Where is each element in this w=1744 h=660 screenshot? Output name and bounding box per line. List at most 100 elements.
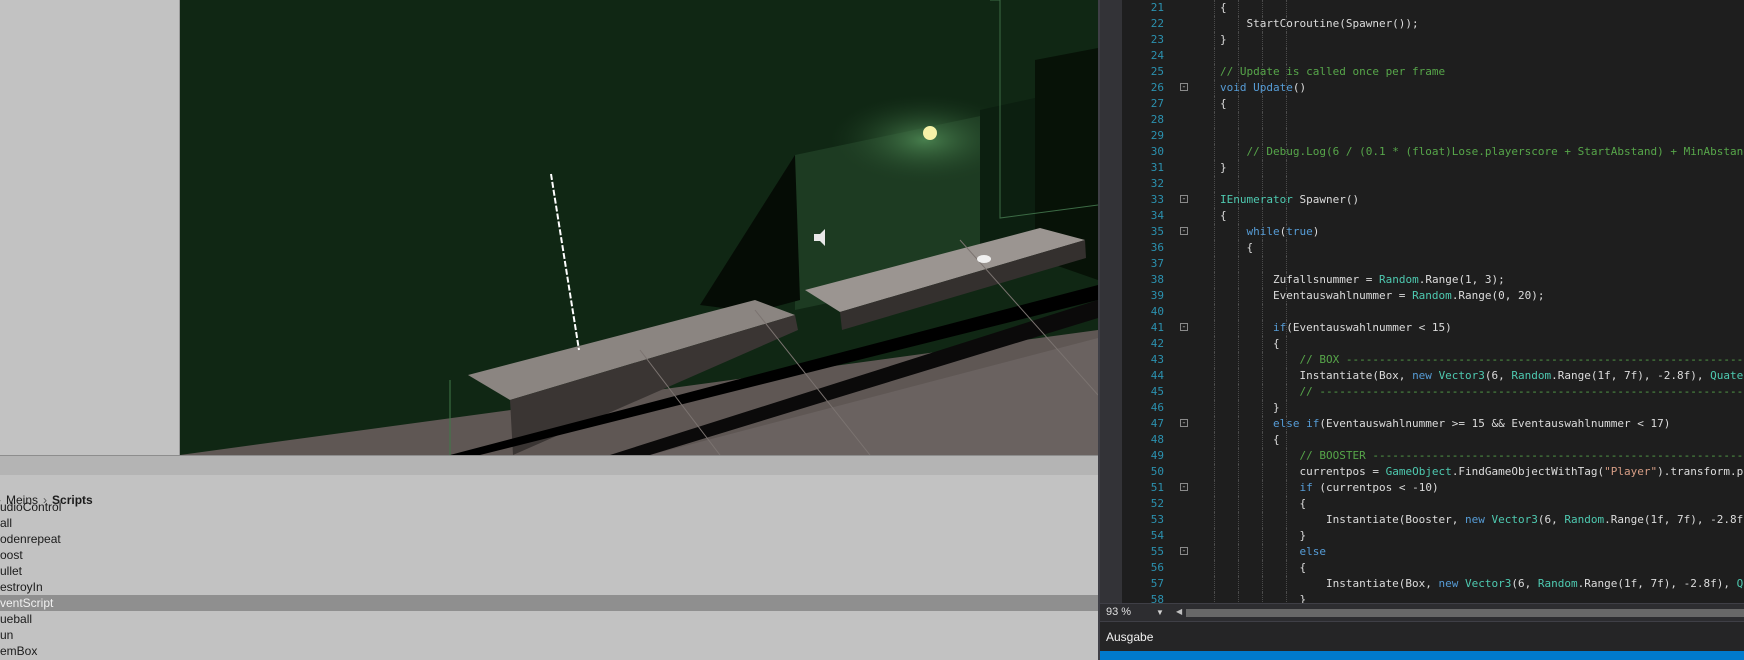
code-line[interactable]: 28 [1122,112,1744,128]
asset-item[interactable]: ueball [0,611,1098,627]
indent-guide [1214,160,1215,176]
code-text: Instantiate(Booster, new Vector3(6, Rand… [1220,512,1743,528]
code-text: if (currentpos < -10) [1220,480,1438,496]
line-number: 42 [1150,337,1164,350]
code-area[interactable]: 21{22 StartCoroutine(Spawner()); 23} 24 25/… [1122,0,1744,603]
fold-collapse-icon[interactable]: - [1180,195,1188,204]
code-line[interactable]: 45 // ----------------------------------… [1122,384,1744,400]
asset-item-selected[interactable]: ventScript [0,595,1098,611]
code-line[interactable]: 33 - IEnumerator Spawner() [1122,192,1744,208]
code-line[interactable]: 23} [1122,32,1744,48]
code-line[interactable]: 41 - if(Eventauswahlnummer < 15) [1122,320,1744,336]
indent-guide [1262,208,1263,224]
code-line[interactable]: 26 - void Update() [1122,80,1744,96]
scrollbar-thumb[interactable] [1186,609,1744,617]
code-line[interactable]: 30 // Debug.Log(6 / (0.1 * (float)Lose.p… [1122,144,1744,160]
line-number: 44 [1150,369,1164,382]
code-token: Random [1511,369,1552,382]
code-line[interactable]: 27 { [1122,96,1744,112]
light-bulb-icon[interactable] [923,126,937,140]
line-number: 26 [1150,81,1164,94]
scene-view[interactable] [180,0,1098,455]
code-line[interactable]: 38 Zufallsnummer = Random.Range(1, 3); [1122,272,1744,288]
asset-item[interactable]: ullet [0,563,1098,579]
code-line[interactable]: 37 [1122,256,1744,272]
indent-guide [1238,32,1239,48]
code-line[interactable]: 43 // BOX ------------------------------… [1122,352,1744,368]
code-line[interactable]: 31} [1122,160,1744,176]
indent-guide [1214,0,1215,16]
code-line[interactable]: 36 { [1122,240,1744,256]
code-line[interactable]: 51 - if (currentpos < -10) [1122,480,1744,496]
fold-collapse-icon[interactable]: - [1180,483,1188,492]
line-number: 49 [1150,449,1164,462]
code-line[interactable]: 50 currentpos = GameObject.FindGameObjec… [1122,464,1744,480]
fold-collapse-icon[interactable]: - [1180,227,1188,236]
panel-divider[interactable] [0,455,1098,475]
code-line[interactable]: 24 [1122,48,1744,64]
code-text: Instantiate(Box, new Vector3(6, Random.R… [1220,368,1744,384]
code-line[interactable]: 56 { [1122,560,1744,576]
asset-item[interactable]: emBox [0,643,1098,659]
chevron-down-icon[interactable]: ▼ [1156,605,1164,620]
code-line[interactable]: 42 { [1122,336,1744,352]
code-token: .Range(1f, 7f), -2.8f [1604,513,1744,526]
code-text: { [1220,336,1280,352]
code-line[interactable]: 21 { [1122,0,1744,16]
code-line[interactable]: 22 StartCoroutine(Spawner()); [1122,16,1744,32]
indent-guide [1286,112,1287,128]
asset-item[interactable]: all [0,515,1098,531]
code-line[interactable]: 25 // Update is called once per frame [1122,64,1744,80]
asset-item[interactable]: oost [0,547,1098,563]
fold-collapse-icon[interactable]: - [1180,419,1188,428]
code-line[interactable]: 46 } [1122,400,1744,416]
indent-guide [1238,0,1239,16]
code-line[interactable]: 32 [1122,176,1744,192]
particle-gizmo-icon[interactable] [977,255,991,263]
code-token: Instantiate(Booster, [1220,513,1466,526]
code-token: { [1220,433,1280,446]
code-line[interactable]: 52 { [1122,496,1744,512]
code-line[interactable]: 29 [1122,128,1744,144]
indent-guide [1214,480,1215,496]
line-number: 50 [1150,465,1164,478]
code-token: else if [1272,417,1320,430]
code-line[interactable]: 54 } [1122,528,1744,544]
code-line[interactable]: 34 { [1122,208,1744,224]
code-line[interactable]: 57 Instantiate(Box, new Vector3(6, Rando… [1122,576,1744,592]
code-line[interactable]: 49 // BOOSTER --------------------------… [1122,448,1744,464]
code-token: .Range(0, 20); [1451,289,1545,302]
code-text: StartCoroutine(Spawner()); [1220,16,1418,32]
code-token: GameObject [1385,465,1452,478]
scroll-left-icon[interactable]: ◀ [1176,607,1182,616]
asset-item[interactable]: estroyIn [0,579,1098,595]
line-number: 38 [1150,273,1164,286]
indent-guide [1286,336,1287,352]
code-token: new [1438,577,1459,590]
horizontal-scrollbar[interactable] [1186,609,1744,617]
indent-guide [1286,0,1287,16]
code-line[interactable]: 47 - else if(Eventauswahlnummer >= 15 && … [1122,416,1744,432]
fold-collapse-icon[interactable]: - [1180,323,1188,332]
asset-item[interactable]: un [0,627,1098,643]
code-line[interactable]: 55 - else [1122,544,1744,560]
fold-collapse-icon[interactable]: - [1180,547,1188,556]
fold-collapse-icon[interactable]: - [1180,83,1188,92]
line-number: 23 [1150,33,1164,46]
code-token: IEnumerator [1220,193,1293,206]
code-line[interactable]: 53 Instantiate(Booster, new Vector3(6, R… [1122,512,1744,528]
asset-item[interactable]: odenrepeat [0,531,1098,547]
code-line[interactable]: 48 { [1122,432,1744,448]
indent-guide [1286,400,1287,416]
code-line[interactable]: 40 [1122,304,1744,320]
code-token: // Update is called once per frame [1220,65,1446,78]
code-line[interactable]: 58 } [1122,592,1744,603]
code-line[interactable]: 39 Eventauswahlnummer = Random.Range(0, … [1122,288,1744,304]
indent-guide [1214,96,1215,112]
code-token: ) [1312,225,1320,238]
asset-item[interactable]: udioControl [0,499,1098,515]
indent-guide [1286,48,1287,64]
code-line[interactable]: 35 - while(true) [1122,224,1744,240]
code-line[interactable]: 44 Instantiate(Box, new Vector3(6, Rando… [1122,368,1744,384]
line-number: 37 [1150,257,1164,270]
